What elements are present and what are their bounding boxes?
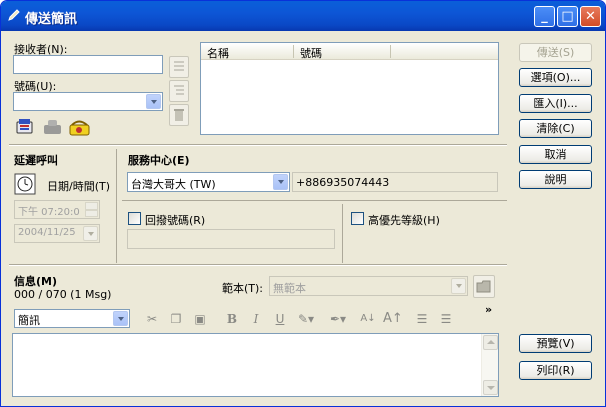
separator: [342, 204, 343, 263]
print-button[interactable]: 列印(R): [519, 361, 592, 380]
recipient-name-input[interactable]: [13, 55, 163, 74]
clock-icon[interactable]: [14, 173, 36, 195]
carrier-combo[interactable]: 台灣大哥大 (TW): [127, 172, 290, 192]
copy-icon[interactable]: ❐: [167, 310, 185, 328]
close-button[interactable]: ✕: [580, 6, 601, 27]
template-combo[interactable]: 無範本: [269, 276, 468, 296]
font-combo[interactable]: 簡訊: [14, 309, 130, 328]
callback-label[interactable]: 回撥號碼(R): [145, 212, 205, 228]
decrease-font-size-icon[interactable]: A↓: [359, 310, 377, 328]
send-button[interactable]: 傳送(S): [519, 43, 592, 62]
bold-icon[interactable]: B: [223, 310, 241, 328]
date-combo[interactable]: 2004/11/25: [14, 224, 100, 243]
font-color-icon[interactable]: ✒▾: [329, 310, 347, 328]
recipient-number-combo[interactable]: [13, 92, 163, 111]
increase-font-size-icon[interactable]: A↑: [383, 310, 403, 328]
chevron-down-icon[interactable]: [273, 174, 288, 190]
column-separator: [293, 45, 294, 58]
telephone-icon[interactable]: [68, 116, 91, 138]
add-group-button[interactable]: [169, 80, 189, 102]
column-number[interactable]: 號碼: [300, 45, 322, 61]
service-number-field: +886935074443: [292, 172, 498, 192]
callback-number-input[interactable]: [127, 229, 335, 249]
high-priority-checkbox[interactable]: [351, 212, 364, 225]
cancel-button[interactable]: 取消: [519, 145, 592, 164]
minimize-icon: _: [541, 9, 548, 24]
separator-highlight: [9, 265, 507, 266]
column-separator: [390, 45, 391, 58]
high-priority-label[interactable]: 高優先等級(H): [368, 212, 440, 228]
callback-checkbox[interactable]: [128, 212, 141, 225]
list-add-icon: [174, 61, 184, 71]
clear-button[interactable]: 清除(C): [519, 119, 592, 138]
column-name[interactable]: 名稱: [207, 45, 229, 61]
paste-icon[interactable]: ▣: [191, 310, 209, 328]
service-center-heading: 服務中心(E): [128, 154, 190, 167]
open-template-button[interactable]: [473, 275, 495, 298]
title-bar: 傳送簡訊 _ □ ✕: [1, 1, 605, 31]
datetime-label: 日期/時間(T): [47, 180, 111, 193]
chevron-down-icon[interactable]: [451, 278, 466, 294]
window-title: 傳送簡訊: [25, 12, 78, 27]
underline-icon[interactable]: U: [271, 310, 289, 328]
message-counter: 000 / 070 (1 Msg): [14, 288, 112, 301]
minimize-button[interactable]: _: [534, 6, 555, 27]
time-input[interactable]: 下午 07:20:0: [14, 200, 100, 219]
date-value: 2004/11/25: [18, 227, 76, 238]
time-value: 下午 07:20:0: [18, 207, 80, 218]
list-group-icon: [174, 85, 184, 95]
chevron-down-icon[interactable]: [83, 226, 98, 241]
send-sms-dialog: 傳送簡訊 _ □ ✕ 接收者(N): 號碼(U): 名稱 號碼 傳送(S) 選項…: [0, 0, 606, 407]
pen-icon: [8, 9, 20, 21]
service-number-value: +886935074443: [296, 176, 390, 189]
align-left-icon[interactable]: ☰: [413, 310, 431, 328]
scroll-up-icon[interactable]: [483, 335, 498, 350]
highlight-color-icon[interactable]: ✎▾: [297, 310, 315, 328]
delete-recipient-button[interactable]: [169, 104, 189, 126]
delay-heading: 延遲呼叫: [14, 154, 58, 167]
options-button[interactable]: 選項(O)...: [519, 68, 592, 87]
carrier-value: 台灣大哥大 (TW): [131, 178, 216, 191]
recipient-list[interactable]: 名稱 號碼: [200, 42, 499, 135]
separator: [122, 200, 507, 201]
phone-disabled-icon[interactable]: [41, 116, 64, 138]
align-center-icon[interactable]: ☰: [437, 310, 455, 328]
help-button[interactable]: 說明: [519, 170, 592, 189]
time-spinner[interactable]: [85, 202, 98, 217]
more-options-icon[interactable]: »: [485, 303, 492, 316]
separator-highlight: [9, 145, 507, 146]
list-header: 名稱 號碼: [201, 43, 498, 60]
folder-icon: [476, 280, 491, 293]
template-label: 範本(T):: [222, 282, 264, 295]
message-heading: 信息(M): [14, 275, 58, 288]
address-book-icon[interactable]: [14, 116, 37, 138]
maximize-button[interactable]: □: [557, 6, 578, 27]
message-body-input[interactable]: [12, 333, 499, 397]
maximize-icon: □: [561, 9, 574, 24]
cut-icon[interactable]: ✂: [143, 310, 161, 328]
font-value: 簡訊: [18, 314, 40, 327]
import-button[interactable]: 匯入(I)...: [519, 94, 592, 113]
preview-button[interactable]: 預覽(V): [519, 334, 592, 353]
close-icon: ✕: [585, 9, 596, 24]
chevron-down-icon[interactable]: [146, 94, 161, 109]
separator: [116, 149, 117, 263]
italic-icon[interactable]: I: [247, 310, 265, 328]
scroll-down-icon[interactable]: [483, 380, 498, 395]
trash-icon: [174, 109, 184, 121]
chevron-down-icon[interactable]: [113, 311, 128, 326]
add-recipient-button[interactable]: [169, 56, 189, 78]
template-value: 無範本: [273, 282, 306, 295]
message-scrollbar[interactable]: [481, 334, 498, 396]
